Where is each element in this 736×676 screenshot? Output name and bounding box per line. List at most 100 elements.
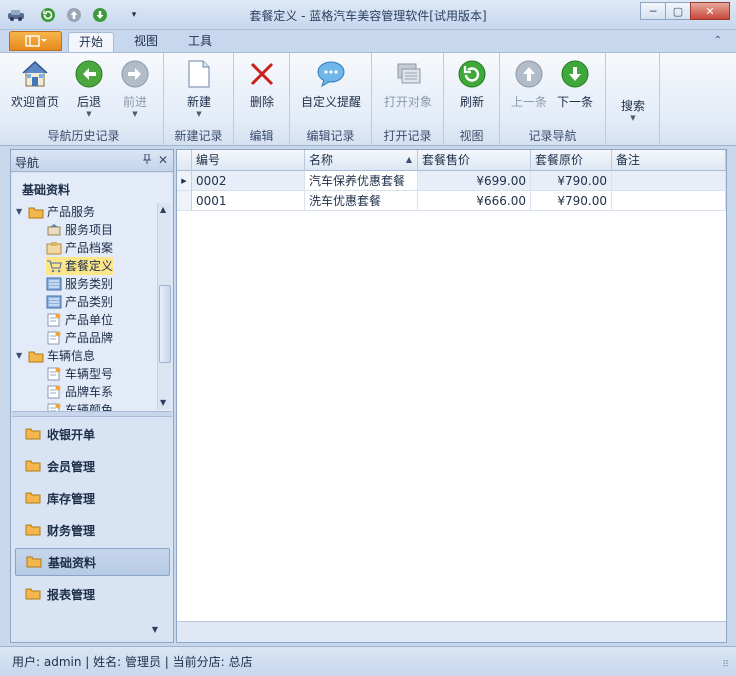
restore-button[interactable]: ▢	[665, 2, 691, 20]
tree-item[interactable]: 产品单位	[46, 311, 113, 329]
more-modules-icon[interactable]: ▼	[152, 625, 158, 634]
folder-icon	[25, 426, 41, 442]
delete-button[interactable]: 删除	[235, 59, 289, 125]
tree-folder[interactable]: ▼ 车辆信息	[16, 347, 95, 365]
application-menu-button[interactable]	[9, 31, 62, 51]
ribbon-collapse-icon[interactable]: ⌃	[714, 35, 722, 46]
tree-item[interactable]: 品牌车系	[46, 383, 113, 401]
folder-icon	[25, 458, 41, 474]
current-row-indicator-icon[interactable]: ▶	[177, 171, 192, 191]
table-row[interactable]: 0001 洗车优惠套餐 ¥666.00 ¥790.00	[177, 191, 726, 211]
column-header-code[interactable]: 编号	[192, 150, 305, 171]
grid-header: 编号 名称 ▲ 套餐售价 套餐原价 备注	[177, 150, 726, 171]
tree-scrollbar[interactable]: ▲ ▼	[157, 203, 171, 409]
ribbon-tab-row: 开始 视图 工具 ⌃	[0, 30, 736, 52]
module-button[interactable]: 收银开单	[15, 420, 170, 448]
group-search: 搜索 ▼	[606, 53, 660, 146]
column-header-label: 编号	[196, 153, 221, 167]
module-button[interactable]: 报表管理	[15, 580, 170, 608]
table-cell-original[interactable]: ¥790.00	[531, 171, 612, 191]
pane-splitter[interactable]	[12, 411, 172, 417]
column-header-note[interactable]: 备注	[612, 150, 726, 171]
table-cell-original[interactable]: ¥790.00	[531, 191, 612, 211]
module-label: 基础资料	[48, 555, 97, 570]
tree-view: ▼ 产品服务 服务项目 产品档案 套餐定义 服务类别 产品类别 产品单位 产品品牌 ▼ 车辆信息 车辆…	[12, 203, 156, 411]
scroll-up-icon[interactable]: ▲	[160, 205, 166, 214]
module-button[interactable]: 财务管理	[15, 516, 170, 544]
cart-icon	[46, 258, 62, 274]
tab-start[interactable]: 开始	[68, 32, 115, 52]
expand-toggle-icon[interactable]: ▼	[16, 203, 28, 221]
table-cell-price[interactable]: ¥666.00	[418, 191, 531, 211]
table-row[interactable]: ▶ 0002 汽车保养优惠套餐 ¥699.00 ¥790.00	[177, 171, 726, 191]
welcome-home-button[interactable]: 欢迎首页	[8, 59, 62, 125]
module-button[interactable]: 基础资料	[15, 548, 170, 576]
tree-item[interactable]: 产品类别	[46, 293, 113, 311]
header-corner	[177, 150, 192, 171]
search-button[interactable]: 搜索 ▼	[606, 93, 660, 123]
table-cell-code[interactable]: 0001	[192, 191, 305, 211]
open-object-button[interactable]: 打开对象	[378, 59, 438, 125]
module-label: 收银开单	[47, 427, 96, 442]
module-label: 会员管理	[47, 459, 96, 474]
column-header-name[interactable]: 名称 ▲	[305, 150, 418, 171]
table-cell-code[interactable]: 0002	[192, 171, 305, 191]
tab-view[interactable]: 视图	[124, 32, 168, 52]
group-new-record: 新建 ▼ 新建记录	[164, 53, 234, 146]
tree-item[interactable]: 套餐定义	[46, 257, 114, 275]
tree-folder[interactable]: ▼ 产品服务	[16, 203, 95, 221]
nav-pane-header: 导航 ✕	[11, 150, 173, 172]
table-cell-note[interactable]	[612, 191, 726, 211]
tree-item[interactable]: 产品品牌	[46, 329, 113, 347]
document-star-icon	[46, 402, 62, 411]
module-button[interactable]: 会员管理	[15, 452, 170, 480]
table-cell-name[interactable]: 汽车保养优惠套餐	[305, 171, 418, 191]
table-cell-name[interactable]: 洗车优惠套餐	[305, 191, 418, 211]
table-cell-price[interactable]: ¥699.00	[418, 171, 531, 191]
row-indicator[interactable]	[177, 191, 192, 211]
module-button[interactable]: 库存管理	[15, 484, 170, 512]
scroll-thumb[interactable]	[159, 285, 171, 363]
expand-toggle-icon[interactable]: ▼	[16, 347, 28, 365]
minimize-button[interactable]: ─	[640, 2, 666, 20]
tree-item[interactable]: 产品档案	[46, 239, 113, 257]
group-record-navigation: 上一条 下一条 记录导航	[500, 53, 606, 146]
new-document-icon	[184, 59, 214, 89]
tree-item[interactable]: 服务类别	[46, 275, 113, 293]
group-label-new-record: 新建记录	[174, 129, 223, 143]
tree-item-label: 套餐定义	[65, 259, 114, 273]
product-file-icon	[46, 240, 62, 256]
tree-item-label: 服务项目	[65, 223, 114, 237]
up-arrow-icon	[514, 59, 544, 89]
custom-reminder-button[interactable]: 自定义提醒	[296, 59, 366, 125]
tree-item-label: 品牌车系	[65, 385, 114, 399]
group-label-view: 视图	[459, 129, 484, 143]
tree-item-label: 产品单位	[65, 313, 114, 327]
next-record-button[interactable]: 下一条	[548, 59, 602, 125]
category-icon	[46, 276, 62, 292]
tree-item[interactable]: 车辆颜色	[46, 401, 113, 411]
scroll-down-icon[interactable]: ▼	[160, 398, 166, 407]
close-button[interactable]: ✕	[690, 2, 730, 20]
resize-grip-icon[interactable]: ⠿	[722, 660, 729, 670]
tree-item-label: 产品服务	[47, 205, 96, 219]
tree-panel: 基础资料 ▼ 产品服务 服务项目 产品档案 套餐定义 服务类别 产品类别 产品单位 产品品牌 ▼ 车…	[12, 173, 172, 411]
close-pane-icon[interactable]: ✕	[158, 153, 168, 167]
table-cell-note[interactable]	[612, 171, 726, 191]
tree-item[interactable]: 车辆型号	[46, 365, 113, 383]
grid-horizontal-scrollbar[interactable]	[177, 621, 726, 642]
tree-item-label: 产品品牌	[65, 331, 114, 345]
tab-tools[interactable]: 工具	[178, 32, 222, 52]
pin-icon[interactable]	[142, 153, 152, 167]
module-label: 财务管理	[47, 523, 96, 538]
chat-bubble-icon	[316, 59, 346, 89]
refresh-button[interactable]: 刷新	[445, 59, 499, 125]
tree-item[interactable]: 服务项目	[46, 221, 113, 239]
column-header-label: 备注	[616, 153, 641, 167]
column-header-original-price[interactable]: 套餐原价	[531, 150, 612, 171]
module-label: 报表管理	[47, 587, 96, 602]
forward-button[interactable]: 前进 ▼	[108, 59, 162, 125]
window-title: 套餐定义 - 蓝格汽车美容管理软件[试用版本]	[249, 9, 487, 23]
new-button[interactable]: 新建 ▼	[172, 59, 226, 125]
column-header-sale-price[interactable]: 套餐售价	[418, 150, 531, 171]
